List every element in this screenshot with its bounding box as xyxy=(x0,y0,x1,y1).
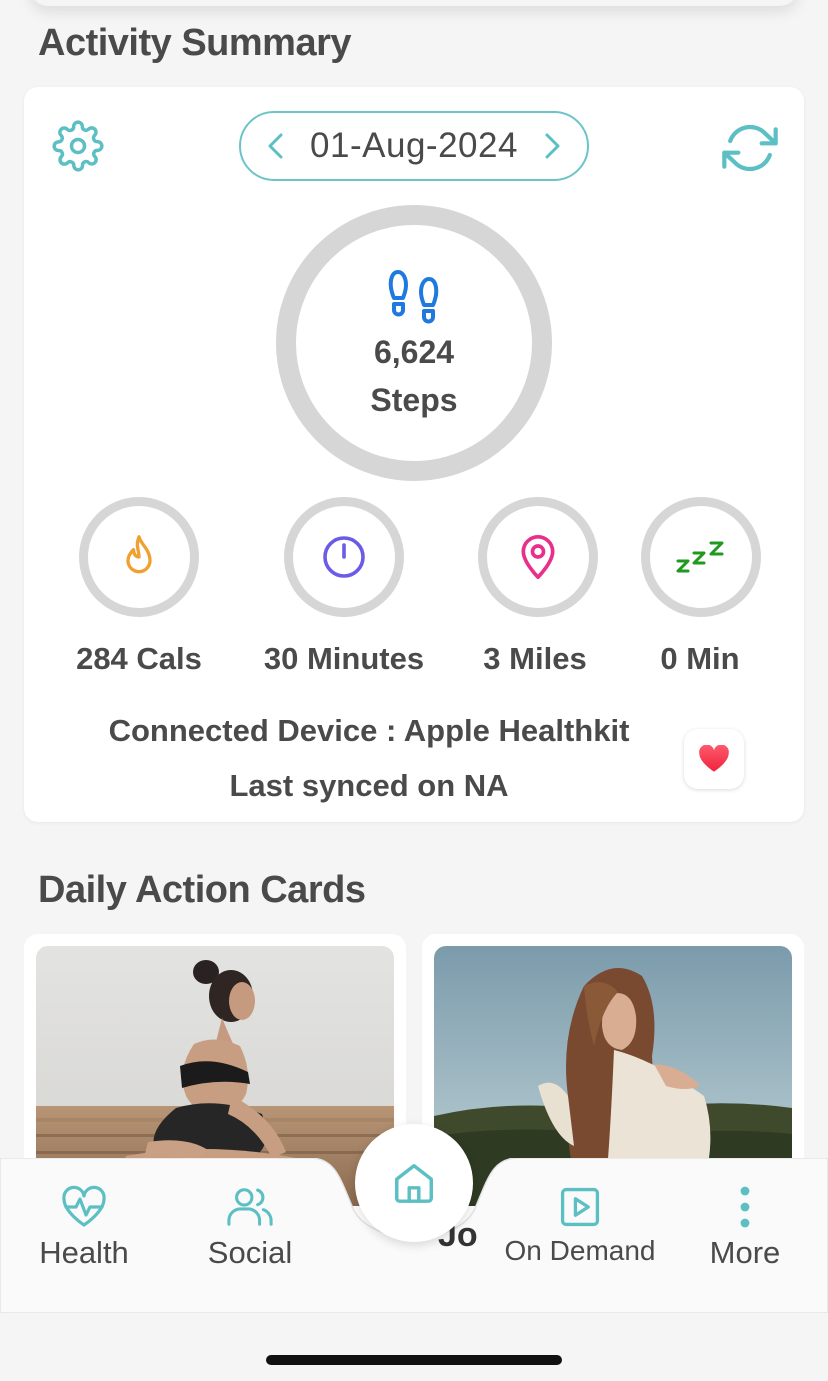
footsteps-icon xyxy=(388,270,439,324)
tab-social-label: Social xyxy=(207,1235,293,1270)
tab-health[interactable]: Health xyxy=(34,1185,134,1271)
users-icon xyxy=(227,1188,273,1226)
chevron-left-icon[interactable] xyxy=(263,131,289,161)
timer-icon xyxy=(323,536,365,578)
calories-ring xyxy=(79,497,199,617)
selected-date[interactable]: 01-Aug-2024 xyxy=(310,126,518,166)
tab-on-demand[interactable]: On Demand xyxy=(500,1185,660,1267)
heart-pulse-icon xyxy=(62,1185,106,1227)
tab-more-label: More xyxy=(709,1235,781,1270)
top-header-shadow xyxy=(30,0,798,6)
gear-icon[interactable] xyxy=(52,120,104,172)
sleep-label: 0 Min xyxy=(660,641,740,676)
home-button[interactable] xyxy=(355,1124,473,1242)
sync-icon[interactable] xyxy=(722,120,778,176)
last-synced-text: Last synced on NA xyxy=(229,768,509,803)
sleep-zzz-icon xyxy=(676,541,724,573)
tab-social[interactable]: Social xyxy=(200,1185,300,1271)
tab-more[interactable]: More xyxy=(705,1185,785,1271)
tab-health-label: Health xyxy=(39,1235,129,1270)
calories-label: 284 Cals xyxy=(76,641,202,676)
sleep-ring xyxy=(641,497,761,617)
apple-health-app-icon[interactable] xyxy=(684,729,744,789)
play-square-icon xyxy=(560,1187,600,1227)
chevron-right-icon[interactable] xyxy=(539,131,565,161)
date-selector: 01-Aug-2024 xyxy=(239,111,589,181)
tab-on-demand-label: On Demand xyxy=(504,1235,656,1266)
home-indicator xyxy=(266,1355,562,1365)
distance-ring xyxy=(478,497,598,617)
daily-action-cards-title: Daily Action Cards xyxy=(38,869,366,911)
steps-count: 6,624 xyxy=(373,334,455,370)
more-vertical-icon xyxy=(740,1186,750,1228)
connected-device-text: Connected Device : Apple Healthkit xyxy=(108,713,630,748)
minutes-ring xyxy=(284,497,404,617)
activity-summary-title: Activity Summary xyxy=(38,22,352,64)
location-pin-icon xyxy=(521,535,555,579)
minutes-label: 30 Minutes xyxy=(263,641,425,676)
flame-icon xyxy=(126,535,152,574)
steps-label: Steps xyxy=(370,382,458,418)
heart-icon xyxy=(699,745,729,772)
home-icon xyxy=(395,1164,433,1203)
